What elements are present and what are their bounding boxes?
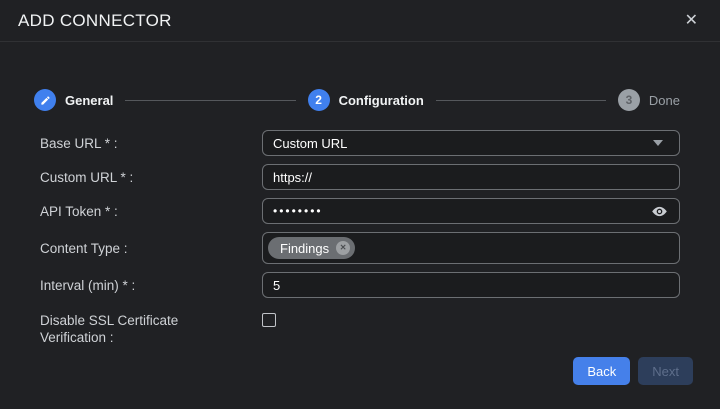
- dialog-footer: Back Next: [573, 357, 693, 385]
- step-done-label: Done: [649, 93, 680, 108]
- interval-input[interactable]: [262, 272, 680, 298]
- pencil-icon: [40, 95, 51, 106]
- dialog-title: ADD CONNECTOR: [18, 11, 172, 31]
- content-type-label: Content Type :: [40, 240, 262, 257]
- ssl-verification-row: Disable SSL Certificate Verification :: [40, 312, 680, 346]
- dialog-header: ADD CONNECTOR ✕: [0, 0, 720, 42]
- api-token-label: API Token * :: [40, 203, 262, 220]
- base-url-select[interactable]: Custom URL: [262, 130, 680, 156]
- step-general-label: General: [65, 93, 113, 108]
- chip-label: Findings: [280, 241, 329, 256]
- custom-url-label: Custom URL * :: [40, 169, 262, 186]
- connector-config-form: Base URL * : Custom URL Custom URL * : A…: [0, 130, 720, 346]
- eye-icon[interactable]: [650, 202, 668, 220]
- close-icon[interactable]: ✕: [683, 11, 700, 31]
- chevron-down-icon: [653, 140, 663, 146]
- step-done-number: 3: [626, 93, 633, 107]
- ssl-verification-checkbox[interactable]: [262, 313, 276, 327]
- back-button[interactable]: Back: [573, 357, 630, 385]
- interval-label: Interval (min) * :: [40, 277, 262, 294]
- base-url-row: Base URL * : Custom URL: [40, 130, 680, 156]
- base-url-selected-value: Custom URL: [273, 136, 347, 151]
- step-configuration-number: 2: [315, 93, 322, 107]
- custom-url-row: Custom URL * :: [40, 164, 680, 190]
- content-type-multiselect[interactable]: Findings ✕: [262, 232, 680, 264]
- stepper-connector-line: [125, 100, 295, 101]
- ssl-verification-label: Disable SSL Certificate Verification :: [40, 312, 262, 346]
- step-done-circle: 3: [618, 89, 640, 111]
- custom-url-input[interactable]: [262, 164, 680, 190]
- base-url-label: Base URL * :: [40, 135, 262, 152]
- wizard-stepper: General 2 Configuration 3 Done: [34, 88, 680, 112]
- step-general-circle[interactable]: [34, 89, 56, 111]
- step-configuration-circle[interactable]: 2: [308, 89, 330, 111]
- content-type-chip: Findings ✕: [268, 237, 355, 259]
- api-token-row: API Token * :: [40, 198, 680, 224]
- interval-row: Interval (min) * :: [40, 272, 680, 298]
- step-configuration-label: Configuration: [339, 93, 424, 108]
- next-button[interactable]: Next: [638, 357, 693, 385]
- api-token-input[interactable]: [262, 198, 680, 224]
- content-type-row: Content Type : Findings ✕: [40, 232, 680, 264]
- add-connector-dialog: ADD CONNECTOR ✕ General 2 Configuration …: [0, 0, 720, 409]
- stepper-connector-line: [436, 100, 606, 101]
- chip-remove-icon[interactable]: ✕: [336, 241, 350, 255]
